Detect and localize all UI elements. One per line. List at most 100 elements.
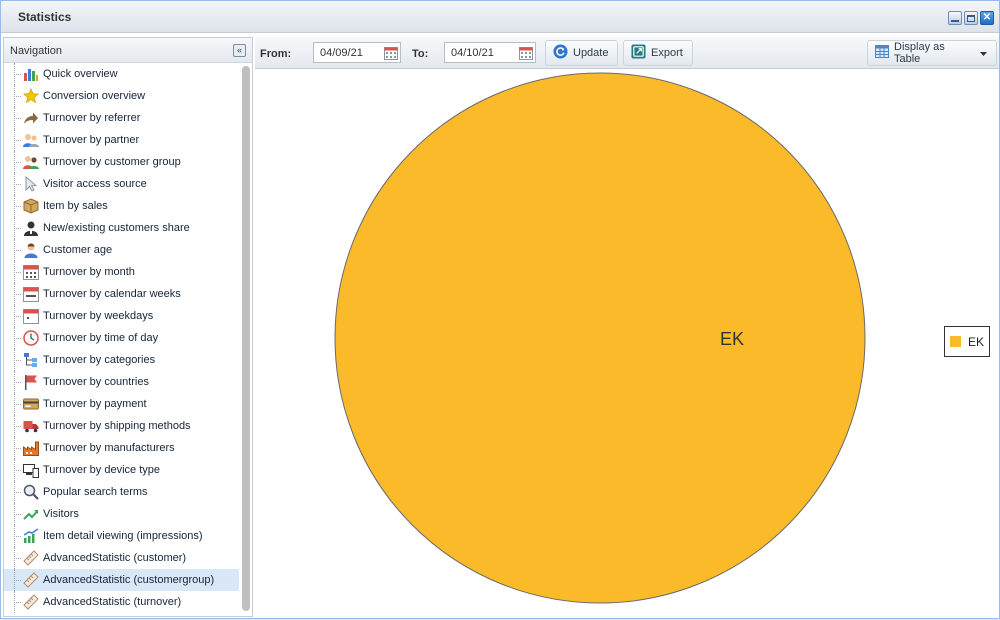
nav-item-label: Turnover by shipping methods (43, 420, 191, 432)
nav-item[interactable]: Visitors (4, 503, 239, 525)
customer-group-icon (23, 154, 39, 170)
nav-item-label: Turnover by time of day (43, 332, 159, 344)
export-button[interactable]: Export (623, 40, 693, 66)
close-icon[interactable]: ✕ (980, 11, 994, 25)
nav-item-label: Turnover by countries (43, 376, 149, 388)
window-titlebar[interactable]: Statistics ✕ (1, 1, 999, 33)
nav-item[interactable]: Popular search terms (4, 481, 239, 503)
nav-item-label: Visitor access source (43, 178, 147, 190)
nav-item[interactable]: Turnover by countries (4, 371, 239, 393)
user-icon (23, 242, 39, 258)
export-label: Export (651, 47, 683, 59)
nav-item[interactable]: Turnover by partner (4, 129, 239, 151)
nav-item[interactable]: Conversion overview (4, 85, 239, 107)
navigation-title: Navigation (10, 45, 62, 57)
from-date-field[interactable]: 04/09/21 (313, 42, 401, 63)
nav-item[interactable]: AdvancedStatistic (turnover) (4, 591, 239, 613)
nav-item[interactable]: Turnover by shipping methods (4, 415, 239, 437)
pie-slice-label: EK (720, 329, 744, 349)
arrow-share-icon (23, 110, 39, 126)
calendar-month-icon (23, 264, 39, 280)
category-tree-icon (23, 352, 39, 368)
nav-item-label: Conversion overview (43, 90, 146, 102)
truck-icon (23, 418, 39, 434)
nav-item[interactable]: Turnover by referrer (4, 107, 239, 129)
nav-item-label: Turnover by device type (43, 464, 160, 476)
nav-item-label: Customer age (43, 244, 113, 256)
nav-item-label: Turnover by payment (43, 398, 147, 410)
clock-icon (23, 330, 39, 346)
calendar-icon[interactable] (382, 43, 400, 62)
impressions-chart-icon (23, 528, 39, 544)
export-icon (631, 44, 646, 62)
nav-item-label: Item detail viewing (impressions) (43, 530, 203, 542)
customer-silhouette-icon (23, 220, 39, 236)
navigation-scrollbar[interactable] (242, 66, 250, 611)
nav-item-label: Turnover by weekdays (43, 310, 154, 322)
nav-item[interactable]: Turnover by categories (4, 349, 239, 371)
magnifier-icon (23, 484, 39, 500)
devices-icon (23, 462, 39, 478)
nav-item-label: New/existing customers share (43, 222, 190, 234)
display-as-table-label: Display as Table (894, 41, 945, 65)
nav-item[interactable]: Turnover by month (4, 261, 239, 283)
from-date-value: 04/09/21 (320, 46, 363, 59)
update-label: Update (573, 47, 609, 59)
refresh-icon (553, 44, 568, 62)
calendar-icon[interactable] (517, 43, 535, 62)
legend-swatch (950, 336, 961, 347)
statistics-window: Statistics ✕ Navigation « Quick overview… (0, 0, 1000, 619)
nav-item[interactable]: New/existing customers share (4, 217, 239, 239)
nav-item-label: Turnover by referrer (43, 112, 141, 124)
update-button[interactable]: Update (545, 40, 619, 66)
nav-item[interactable]: Turnover by manufacturers (4, 437, 239, 459)
star-icon (23, 88, 39, 104)
ruler-icon (23, 594, 39, 610)
nav-item[interactable]: AdvancedStatistic (customergroup) (4, 569, 239, 591)
nav-item-label: Turnover by partner (43, 134, 140, 146)
navigation-header: Navigation « (4, 38, 252, 63)
navigation-list: Quick overview Conversion overview Turnove… (4, 63, 239, 618)
nav-item-label: Turnover by calendar weeks (43, 288, 181, 300)
calendar-weekdays-icon (23, 308, 39, 324)
package-icon (23, 198, 39, 214)
legend-label: EK (968, 334, 985, 349)
to-date-field[interactable]: 04/10/21 (444, 42, 536, 63)
chart-area: EK (255, 70, 999, 617)
pie-slice[interactable] (334, 72, 866, 604)
collapse-icon[interactable]: « (233, 44, 246, 57)
nav-item[interactable]: Item by sales (4, 195, 239, 217)
ruler-icon (23, 572, 39, 588)
nav-item[interactable]: Turnover by device type (4, 459, 239, 481)
nav-item[interactable]: Turnover by customer group (4, 151, 239, 173)
table-icon (875, 45, 889, 61)
calendar-weeks-icon (23, 286, 39, 302)
nav-item-label: Turnover by manufacturers (43, 442, 175, 454)
nav-item[interactable]: Turnover by calendar weeks (4, 283, 239, 305)
navigation-panel: Navigation « Quick overview Conversion ov… (3, 37, 253, 617)
nav-item-label: AdvancedStatistic (customergroup) (43, 574, 215, 586)
display-as-table-button[interactable]: Display as Table (867, 40, 997, 66)
nav-item-label: Turnover by customer group (43, 156, 181, 168)
nav-item[interactable]: Turnover by weekdays (4, 305, 239, 327)
maximize-icon[interactable] (964, 11, 978, 25)
nav-item[interactable]: Turnover by time of day (4, 327, 239, 349)
nav-item-label: Turnover by month (43, 266, 135, 278)
pie-chart: EK (334, 72, 866, 604)
window-title: Statistics (18, 10, 72, 24)
to-date-value: 04/10/21 (451, 46, 494, 59)
nav-item[interactable]: Customer age (4, 239, 239, 261)
minimize-icon[interactable] (948, 11, 962, 25)
ruler-icon (23, 550, 39, 566)
nav-item[interactable]: AdvancedStatistic (customer) (4, 547, 239, 569)
window-controls: ✕ (948, 11, 994, 25)
chart-legend: EK (944, 326, 990, 357)
nav-item[interactable]: Item detail viewing (impressions) (4, 525, 239, 547)
nav-item[interactable]: Visitor access source (4, 173, 239, 195)
nav-item-label: Turnover by categories (43, 354, 156, 366)
flag-icon (23, 374, 39, 390)
toolbar: From: 04/09/21 To: 04/10/21 Update Expor… (255, 37, 999, 69)
nav-item[interactable]: Turnover by payment (4, 393, 239, 415)
trend-up-icon (23, 506, 39, 522)
nav-item[interactable]: Quick overview (4, 63, 239, 85)
